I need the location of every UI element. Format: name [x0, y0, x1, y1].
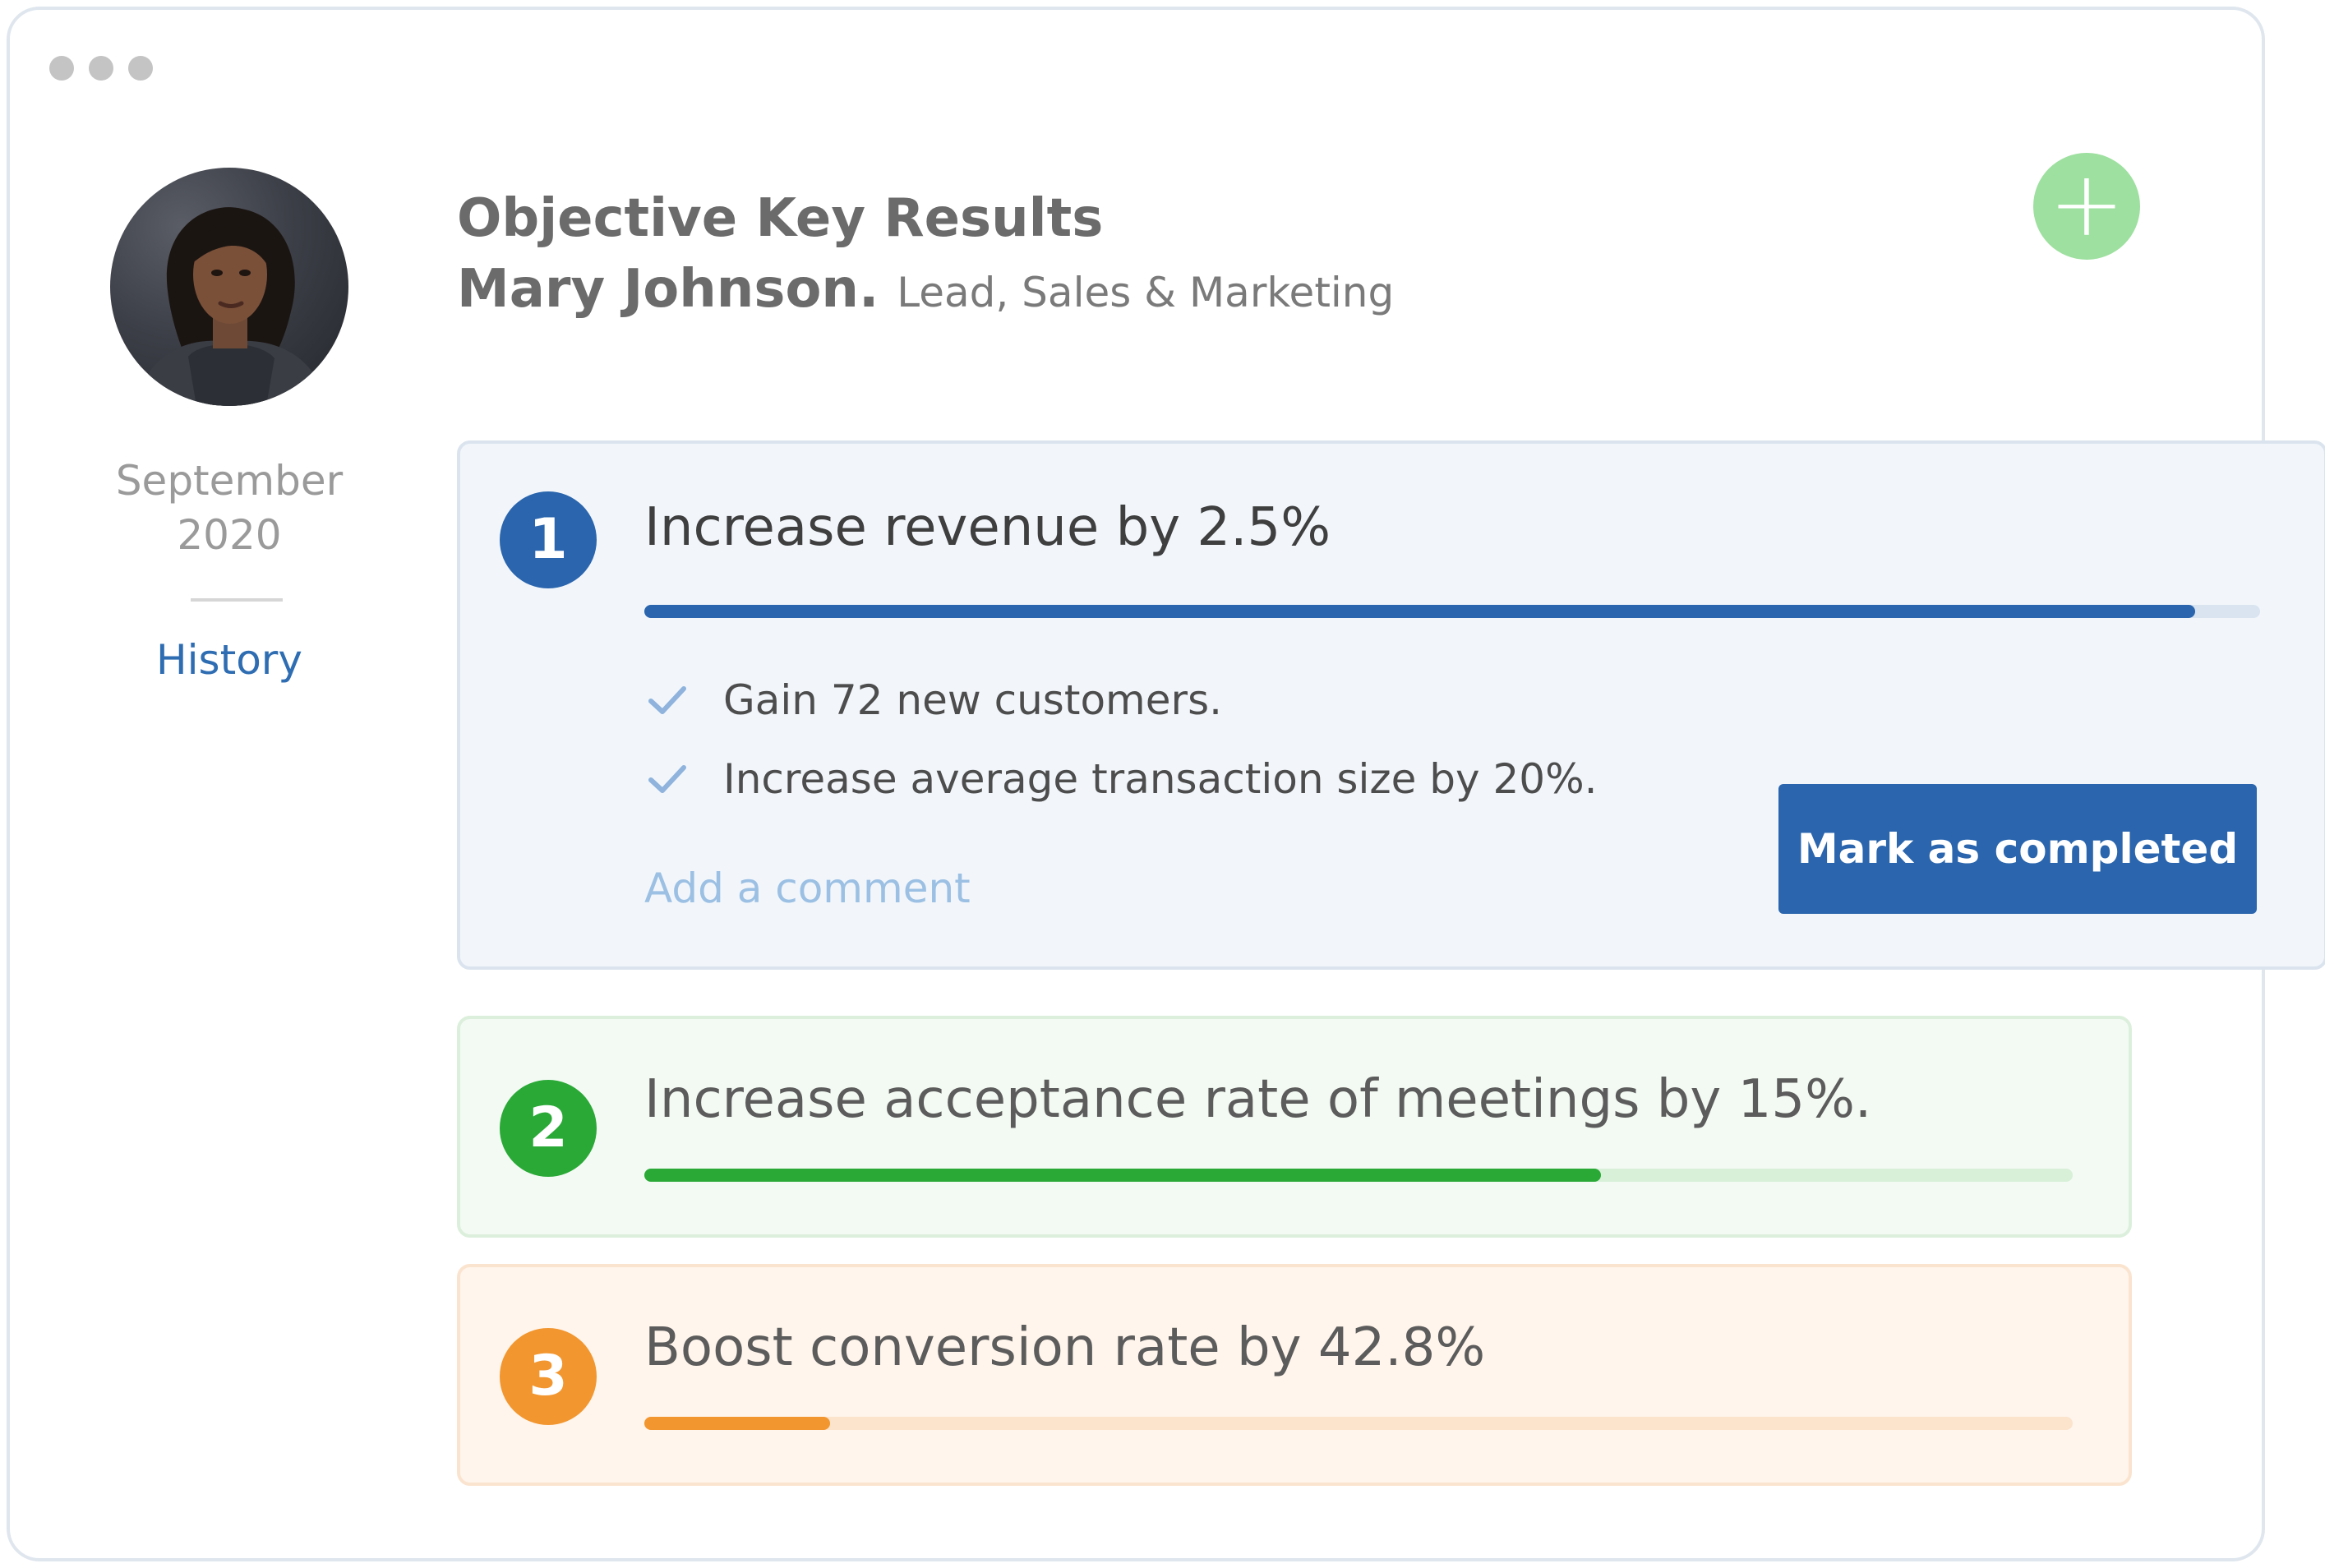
- add-comment-link[interactable]: Add a comment: [644, 861, 971, 915]
- avatar: [110, 168, 348, 406]
- window-dot: [49, 56, 74, 81]
- user-name: Mary Johnson.: [457, 259, 879, 320]
- objective-progress-fill: [644, 605, 2196, 618]
- period-label: September 2020: [99, 454, 360, 562]
- objective-progress-fill: [644, 1417, 830, 1430]
- objective-progress-track: [644, 1417, 2073, 1430]
- check-icon: [648, 765, 686, 793]
- objective-card-2[interactable]: 2 Increase acceptance rate of meetings b…: [457, 1016, 2132, 1238]
- objective-progress-track: [644, 605, 2260, 618]
- check-icon: [648, 686, 686, 714]
- objective-number-badge: 3: [500, 1328, 597, 1425]
- key-result-item: Gain 72 new customers.: [644, 676, 1222, 725]
- key-result-text: Gain 72 new customers.: [723, 676, 1223, 724]
- page-title: Objective Key Results: [457, 188, 1104, 249]
- objective-number-badge: 2: [500, 1080, 597, 1177]
- page-subtitle: Mary Johnson. Lead, Sales & Marketing: [457, 255, 1394, 337]
- key-result-text: Increase average transaction size by 20%…: [723, 755, 1598, 803]
- app-window: September 2020 History Objective Key Res…: [7, 7, 2325, 1561]
- objective-title: Increase acceptance rate of meetings by …: [644, 1069, 1872, 1130]
- window-dots-icon: [49, 56, 153, 81]
- avatar-portrait: [135, 207, 328, 406]
- objective-card-3[interactable]: 3 Boost conversion rate by 42.8%: [457, 1264, 2132, 1486]
- period-year: 2020: [177, 511, 282, 559]
- objective-progress-fill: [644, 1169, 1602, 1182]
- plus-icon: +: [2048, 151, 2125, 256]
- add-objective-button[interactable]: +: [2033, 153, 2140, 260]
- objective-number-badge: 1: [500, 491, 597, 588]
- objective-progress-track: [644, 1169, 2073, 1182]
- objective-title: Increase revenue by 2.5%: [644, 497, 1331, 558]
- mark-as-completed-button[interactable]: Mark as completed: [1778, 784, 2257, 914]
- objective-card-1[interactable]: 1 Increase revenue by 2.5% Gain 72 new c…: [457, 440, 2325, 970]
- user-role: Lead, Sales & Marketing: [897, 269, 1395, 316]
- period-month: September: [115, 457, 344, 505]
- window-dot: [89, 56, 113, 81]
- window-dot: [128, 56, 153, 81]
- sidebar-divider: [191, 598, 283, 602]
- objective-title: Boost conversion rate by 42.8%: [644, 1317, 1486, 1378]
- history-link[interactable]: History: [99, 631, 360, 689]
- key-result-item: Increase average transaction size by 20%…: [644, 754, 1598, 804]
